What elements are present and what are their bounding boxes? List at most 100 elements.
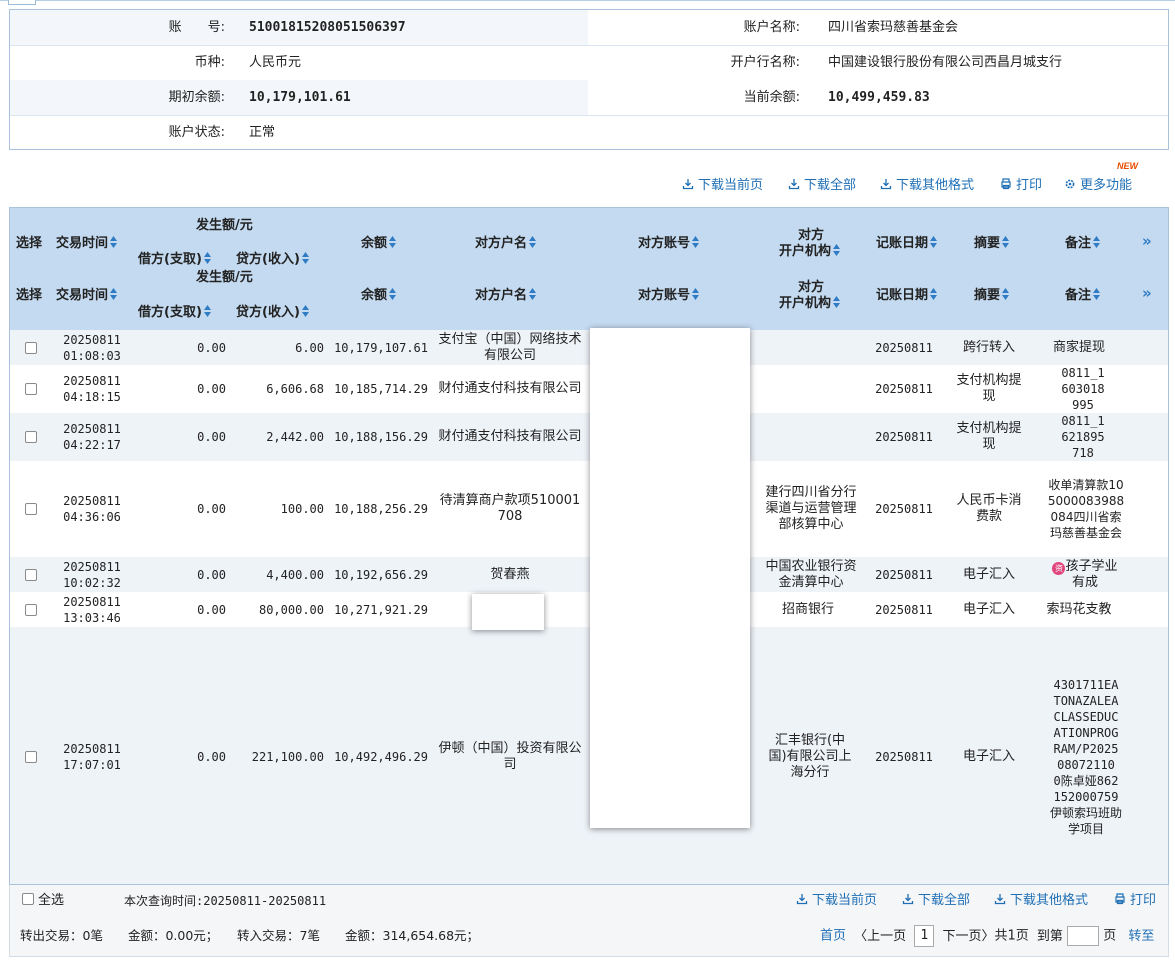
row-party-bank xyxy=(762,413,854,461)
row-credit: 2,442.00 xyxy=(266,430,324,444)
row-checkbox[interactable] xyxy=(25,341,37,354)
table-row[interactable]: 20250811 04:18:15 0.00 6,606.68 10,185,71… xyxy=(10,365,1168,413)
download-icon xyxy=(796,894,808,905)
current-page[interactable]: 1 xyxy=(914,925,935,947)
sort-icon xyxy=(1002,288,1010,300)
header-summary[interactable]: 摘要 xyxy=(974,288,1010,304)
header-party-bank[interactable]: 开户机构 xyxy=(779,296,841,312)
table-row[interactable]: 20250811 13:03:46 0.00 80,000.00 10,271,9… xyxy=(10,592,1168,627)
header-remark[interactable]: 备注 xyxy=(1065,288,1101,304)
footer-download-page-button[interactable]: 下载当前页 xyxy=(796,891,877,911)
table-row[interactable]: 20250811 01:08:03 0.00 6.00 10,179,107.61… xyxy=(10,330,1168,365)
goto-button[interactable]: 转至 xyxy=(1128,929,1154,944)
sort-icon xyxy=(692,288,700,300)
header-post-date[interactable]: 记账日期 xyxy=(876,236,938,252)
row-checkbox[interactable] xyxy=(25,383,37,395)
transaction-table: 选择 交易时间 发生额/元 借方(支取) 贷方(收入) 余额 对方户名 对方账号… xyxy=(9,207,1169,885)
next-page-link[interactable]: 下一页〉 xyxy=(942,929,994,944)
download-page-label: 下载当前页 xyxy=(698,178,764,193)
account-row-3: 期初余额: 10,179,101.61 当前余额: 10,499,459.83 xyxy=(10,80,1168,115)
footer-print-button[interactable]: 打印 xyxy=(1114,891,1156,911)
row-checkbox[interactable] xyxy=(25,431,37,443)
header-amount-group: 发生额/元 xyxy=(196,218,253,233)
sort-icon xyxy=(692,236,700,248)
header-balance[interactable]: 余额 xyxy=(361,288,397,304)
row-checkbox[interactable] xyxy=(25,603,37,616)
row-checkbox[interactable] xyxy=(25,568,37,581)
row-summary: 电子汇入 xyxy=(962,748,1015,764)
currency-label: 币种: xyxy=(194,55,225,70)
row-debit: 0.00 xyxy=(197,502,226,516)
footer-download-other-button[interactable]: 下载其他格式 xyxy=(994,891,1088,911)
header-amount-group: 发生额/元 xyxy=(196,270,253,285)
header-summary[interactable]: 摘要 xyxy=(974,236,1010,252)
row-party-name: 伊顿（中国）投资有限公司 xyxy=(438,740,582,772)
status-label: 账户状态: xyxy=(168,125,225,140)
footer-download-all-button[interactable]: 下载全部 xyxy=(902,891,970,911)
download-all-button[interactable]: 下载全部 xyxy=(788,176,856,196)
row-time: 20250811 10:02:32 xyxy=(63,559,121,590)
row-balance: 10,179,107.61 xyxy=(334,340,428,355)
header-time[interactable]: 交易时间 xyxy=(56,288,118,304)
sort-icon xyxy=(1093,288,1101,300)
header-party-bank-line1: 对方 xyxy=(798,228,825,243)
row-remark: 资孩子学业有成 xyxy=(1050,557,1120,592)
header-time[interactable]: 交易时间 xyxy=(56,236,118,252)
first-page-link[interactable]: 首页 xyxy=(820,929,846,944)
row-party-bank xyxy=(762,365,854,413)
prev-page-link[interactable]: 〈上一页 xyxy=(854,929,906,944)
header-credit[interactable]: 贷方(收入) xyxy=(236,252,309,268)
download-icon xyxy=(788,179,800,190)
transaction-summary: 转出交易：0笔 金额：0.00元； 转入交易：7笔 金额：314,654.68元… xyxy=(20,928,480,943)
print-button[interactable]: 打印 xyxy=(1000,176,1042,196)
more-columns-button[interactable]: » xyxy=(1142,232,1152,250)
more-functions-button[interactable]: 更多功能 xyxy=(1064,176,1132,196)
table-row[interactable]: 20250811 04:22:17 0.00 2,442.00 10,188,15… xyxy=(10,413,1168,461)
table-row[interactable]: 20250811 17:07:01 0.00 221,100.00 10,492,… xyxy=(10,627,1168,884)
select-all-checkbox[interactable] xyxy=(22,893,34,905)
row-party-bank: 建行四川省分行渠道与运营管理部核算中心 xyxy=(765,485,857,532)
table-row[interactable]: 20250811 04:36:06 0.00 100.00 10,188,256.… xyxy=(10,461,1168,557)
active-tab-stub[interactable] xyxy=(8,0,36,5)
goto-page-input[interactable] xyxy=(1067,926,1100,946)
download-other-label: 下载其他格式 xyxy=(896,178,975,193)
opening-balance: 10,179,101.61 xyxy=(249,90,351,105)
row-party-name: 贺春燕 xyxy=(490,566,530,582)
row-time: 20250811 13:03:46 xyxy=(63,594,121,625)
header-debit[interactable]: 借方(支取) xyxy=(138,252,211,268)
row-remark: 4301711EATONAZALEACLASSEDUCATIONPROGRAM/… xyxy=(1050,677,1123,836)
header-balance[interactable]: 余额 xyxy=(361,236,397,252)
account-name-label: 账户名称: xyxy=(743,20,800,35)
row-remark: 商家提现 xyxy=(1052,339,1105,355)
header-post-date[interactable]: 记账日期 xyxy=(876,288,938,304)
download-other-button[interactable]: 下载其他格式 xyxy=(880,176,974,196)
header-party-name[interactable]: 对方户名 xyxy=(475,236,537,252)
download-page-button[interactable]: 下载当前页 xyxy=(682,176,763,196)
row-checkbox[interactable] xyxy=(25,503,37,515)
select-all[interactable]: 全选 xyxy=(22,891,64,911)
sort-icon xyxy=(389,288,397,300)
table-row[interactable]: 20250811 10:02:32 0.00 4,400.00 10,192,65… xyxy=(10,557,1168,592)
row-checkbox[interactable] xyxy=(25,750,37,763)
header-remark[interactable]: 备注 xyxy=(1065,236,1101,252)
row-time: 20250811 01:08:03 xyxy=(63,332,121,363)
row-credit: 4,400.00 xyxy=(266,567,324,582)
bank-name: 中国建设银行股份有限公司西昌月城支行 xyxy=(828,55,1063,70)
header-party-name[interactable]: 对方户名 xyxy=(475,288,537,304)
header-credit[interactable]: 贷方(收入) xyxy=(236,305,309,321)
row-summary: 电子汇入 xyxy=(962,566,1015,582)
row-credit: 221,100.00 xyxy=(251,749,324,764)
header-debit[interactable]: 借方(支取) xyxy=(138,305,211,321)
download-icon xyxy=(880,179,892,190)
header-select: 选择 xyxy=(16,288,43,303)
more-columns-button[interactable]: » xyxy=(1142,284,1152,302)
sort-icon xyxy=(203,252,211,264)
header-party-account[interactable]: 对方账号 xyxy=(638,288,700,304)
sort-icon xyxy=(529,288,537,300)
sort-icon xyxy=(833,296,841,308)
row-credit: 80,000.00 xyxy=(258,602,324,617)
pagination: 首页 〈上一页 1 下一页〉共1页 到第 页 转至 xyxy=(820,925,1154,947)
row-credit: 100.00 xyxy=(280,502,324,516)
header-party-account[interactable]: 对方账号 xyxy=(638,236,700,252)
header-party-bank[interactable]: 开户机构 xyxy=(779,244,841,260)
